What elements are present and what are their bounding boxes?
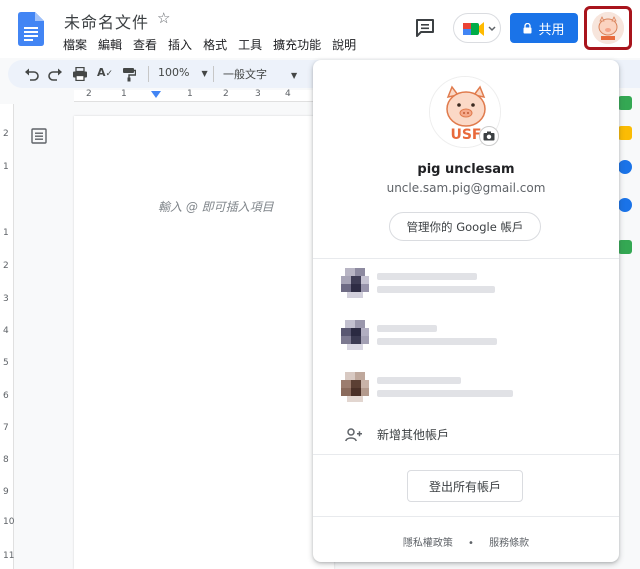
star-icon[interactable]: ☆ [157, 9, 170, 27]
ruler-number: 1 [3, 162, 9, 172]
ruler-number: 1 [3, 228, 9, 238]
vertical-ruler[interactable]: 2 1 1 2 3 4 5 6 7 8 9 10 11 [0, 104, 14, 569]
ruler-number: 2 [86, 89, 92, 99]
blurred-text [377, 286, 495, 293]
style-value: 一般文字 [223, 68, 267, 81]
ruler-number: 7 [3, 423, 9, 433]
add-account-label: 新增其他帳戶 [377, 428, 450, 442]
menu-item-tools[interactable]: 工具 [238, 36, 262, 53]
meet-icon [463, 22, 496, 36]
docs-logo-icon[interactable] [18, 12, 44, 46]
privacy-policy-link[interactable]: 隱私權政策 [403, 538, 453, 549]
doc-placeholder-hint: 輸入 @ 即可插入項目 [158, 200, 274, 214]
divider [313, 516, 619, 517]
divider [313, 454, 619, 455]
ruler-number: 9 [3, 487, 9, 497]
menu-bar: 檔案 編輯 查看 插入 格式 工具 擴充功能 說明 [63, 36, 356, 53]
meet-button[interactable] [453, 13, 501, 43]
menu-item-file[interactable]: 檔案 [63, 36, 87, 53]
style-select[interactable]: 一般文字 ▼ [223, 66, 297, 82]
account-avatar-blurred [341, 268, 369, 298]
spellcheck-icon[interactable]: A✓ [97, 66, 113, 79]
ruler-number: 10 [3, 517, 15, 527]
account-avatar-button[interactable] [584, 6, 632, 50]
footer-separator: • [468, 538, 474, 549]
google-docs-window: 未命名文件 ☆ 檔案 編輯 查看 插入 格式 工具 擴充功能 說明 共用 A✓ … [0, 0, 640, 569]
terms-link[interactable]: 服務條款 [489, 538, 529, 549]
ruler-number: 2 [223, 89, 229, 99]
header-bar: 未命名文件 ☆ 檔案 編輯 查看 插入 格式 工具 擴充功能 說明 共用 [0, 0, 640, 58]
indent-marker[interactable] [151, 91, 161, 98]
blurred-text [377, 390, 513, 397]
keep-icon[interactable] [618, 126, 632, 140]
camera-icon[interactable] [479, 126, 499, 146]
divider [313, 258, 619, 259]
account-list-item[interactable] [341, 370, 601, 404]
document-outline-icon[interactable] [31, 128, 47, 144]
lock-icon [523, 22, 532, 33]
ruler-number: 1 [121, 89, 127, 99]
blurred-text [377, 338, 497, 345]
maps-icon[interactable] [618, 240, 632, 254]
menu-item-edit[interactable]: 編輯 [98, 36, 122, 53]
blurred-text [377, 325, 437, 332]
calendar-icon[interactable] [618, 96, 632, 110]
footer-links: 隱私權政策 • 服務條款 [313, 534, 619, 549]
toolbar-divider [148, 66, 149, 82]
tasks-icon[interactable] [618, 160, 632, 174]
account-email: uncle.sam.pig@gmail.com [386, 181, 546, 195]
ruler-number: 2 [3, 129, 9, 139]
account-popup: USF pig unclesam uncle.sam.pig@gmail.com… [313, 60, 619, 562]
ruler-number: 2 [3, 261, 9, 271]
menu-item-help[interactable]: 說明 [332, 36, 356, 53]
account-name: pig unclesam [417, 162, 515, 177]
share-label: 共用 [538, 22, 565, 38]
menu-item-format[interactable]: 格式 [203, 36, 227, 53]
ruler-number: 6 [3, 391, 9, 401]
blurred-text [377, 273, 477, 280]
person-add-icon [345, 427, 362, 441]
account-list-item[interactable] [341, 266, 601, 300]
manage-account-button[interactable]: 管理你的 Google 帳戶 [389, 212, 541, 241]
ruler-number: 4 [285, 89, 291, 99]
avatar [592, 12, 624, 44]
chevron-down-icon: ▼ [201, 69, 208, 78]
doc-title[interactable]: 未命名文件 [64, 9, 149, 33]
account-avatar-blurred [341, 320, 369, 350]
account-list-item[interactable] [341, 318, 601, 352]
menu-item-view[interactable]: 查看 [133, 36, 157, 53]
ruler-number: 3 [3, 294, 9, 304]
toolbar-divider [213, 66, 214, 82]
ruler-number: 8 [3, 455, 9, 465]
redo-icon[interactable] [48, 67, 63, 81]
contacts-icon[interactable] [618, 198, 632, 212]
print-icon[interactable] [72, 67, 88, 81]
ruler-number: 11 [3, 551, 15, 561]
blurred-text [377, 377, 461, 384]
zoom-value: 100% [158, 66, 190, 79]
ruler-number: 4 [3, 326, 9, 336]
menu-item-extensions[interactable]: 擴充功能 [273, 36, 321, 53]
share-button[interactable]: 共用 [510, 13, 578, 43]
add-account-button[interactable]: 新增其他帳戶 [345, 426, 449, 443]
menu-item-insert[interactable]: 插入 [168, 36, 192, 53]
zoom-select[interactable]: 100% ▼ [158, 66, 208, 79]
paint-format-icon[interactable] [122, 67, 136, 82]
chevron-down-icon: ▼ [291, 71, 298, 80]
comment-icon[interactable] [414, 17, 436, 39]
ruler-number: 3 [255, 89, 261, 99]
signout-all-button[interactable]: 登出所有帳戶 [407, 470, 523, 502]
account-avatar-blurred [341, 372, 369, 402]
ruler-number: 5 [3, 358, 9, 368]
undo-icon[interactable] [24, 67, 39, 81]
ruler-number: 1 [187, 89, 193, 99]
document-page[interactable]: 輸入 @ 即可插入項目 [74, 116, 334, 569]
horizontal-ruler[interactable]: 2 1 1 2 3 4 [74, 89, 314, 102]
